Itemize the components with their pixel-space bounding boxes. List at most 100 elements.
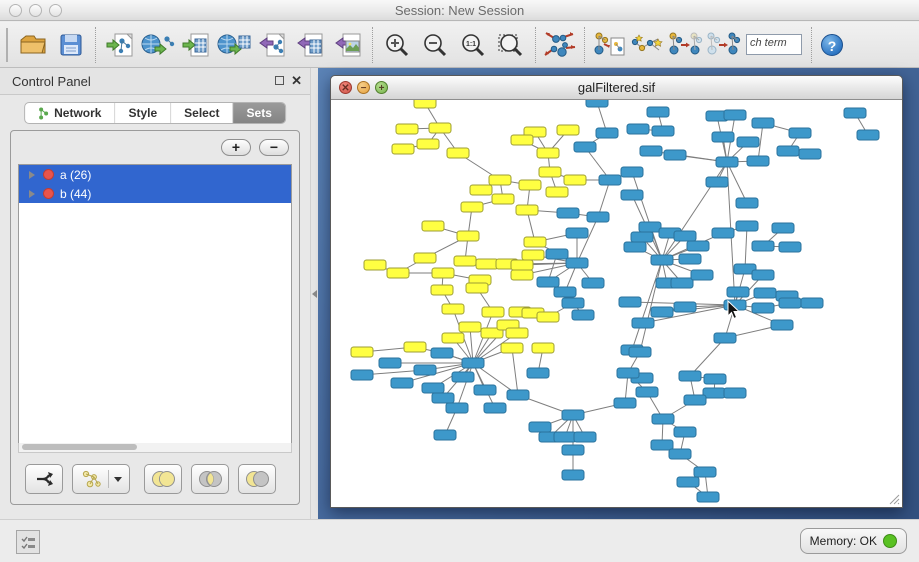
graph-node [454,256,476,266]
export-table-icon[interactable] [291,26,329,64]
graph-node [671,278,693,288]
graph-node [522,250,544,260]
toolbar-separator [584,27,585,63]
tab-sets[interactable]: Sets [234,103,285,123]
import-network-file-icon[interactable] [101,26,139,64]
graph-node [470,185,492,195]
graph-node [511,135,533,145]
graph-node [476,259,498,269]
task-history-button[interactable] [16,530,40,554]
graph-node [532,343,554,353]
export-network-icon[interactable] [253,26,291,64]
graph-node [562,445,584,455]
graph-node [537,148,559,158]
minimize-network-icon[interactable]: − [357,81,370,94]
split-set-button[interactable] [25,464,63,494]
set-row-b[interactable]: b (44) [19,184,291,203]
toolbar-separator [372,27,373,63]
graph-node [801,298,823,308]
close-network-icon[interactable]: ✕ [339,81,352,94]
help-button[interactable]: ? [821,34,843,56]
graph-node [694,467,716,477]
network-view-window[interactable]: ✕ − + galFiltered.sif [330,75,903,508]
fork-arrows-icon [33,469,55,489]
float-panel-icon[interactable] [275,76,284,85]
open-folder-icon[interactable] [14,26,52,64]
graph-node [387,268,409,278]
graph-node [779,298,801,308]
expand-triangle-icon[interactable] [29,171,35,179]
sets-panel: + − a (26) b (44) [10,130,300,505]
create-set-from-network-button[interactable] [72,464,130,494]
graph-node [432,268,454,278]
union-button[interactable] [144,464,182,494]
import-network-web-icon[interactable] [139,26,177,64]
new-network-from-all-icon[interactable] [704,26,742,64]
network-canvas[interactable] [331,100,902,507]
graph-node [442,304,464,314]
zoom-1-1-icon[interactable]: 1:1 [454,26,492,64]
add-set-button[interactable]: + [221,139,251,156]
scrollbar-thumb[interactable] [22,444,137,450]
zoom-fit-selected-icon[interactable] [492,26,530,64]
zoom-in-icon[interactable] [378,26,416,64]
graph-node [429,123,451,133]
graph-node [857,130,879,140]
maximize-network-icon[interactable]: + [375,81,388,94]
toolbar-drag-handle[interactable] [6,28,10,62]
dropdown-caret-icon[interactable] [114,477,122,482]
collapse-panel-arrow-icon[interactable] [312,290,317,298]
apply-layout-icon[interactable] [541,26,579,64]
graph-node [434,430,456,440]
graph-node [706,177,728,187]
horizontal-scrollbar[interactable] [18,443,292,453]
graph-node [651,440,673,450]
network-graph[interactable] [331,100,902,507]
close-panel-icon[interactable]: ✕ [291,73,302,89]
difference-button[interactable] [238,464,276,494]
graph-node [652,414,674,424]
graph-node [614,398,636,408]
graph-node [652,126,674,136]
graph-node [716,157,738,167]
network-desktop: ✕ − + galFiltered.sif [318,68,919,519]
highlight-first-neighbors-icon[interactable] [628,26,666,64]
mouse-cursor-icon [727,300,741,320]
save-session-icon[interactable] [52,26,90,64]
search-input[interactable]: ch term [746,34,802,55]
graph-node [442,333,464,343]
graph-node [777,146,799,156]
network-tab-icon [38,107,49,120]
expand-triangle-icon[interactable] [29,190,35,198]
union-venn-icon [149,469,177,489]
graph-node [511,260,533,270]
graph-node [627,124,649,134]
intersection-button[interactable] [191,464,229,494]
zoom-out-icon[interactable] [416,26,454,64]
copy-network-icon[interactable] [590,26,628,64]
graph-node [432,393,454,403]
set-row-a[interactable]: a (26) [19,165,291,184]
tab-label: Sets [247,106,272,120]
import-table-web-icon[interactable] [215,26,253,64]
set-label: a (26) [60,168,91,182]
graph-node [664,150,686,160]
import-table-file-icon[interactable] [177,26,215,64]
export-image-icon[interactable] [329,26,367,64]
graph-node [404,342,426,352]
panel-splitter[interactable] [310,68,318,519]
graph-node [516,205,538,215]
memory-status-button[interactable]: Memory: OK [800,528,907,554]
graph-node [624,242,646,252]
resize-grip-icon[interactable] [887,492,900,505]
control-panel-title: Control Panel [12,74,91,89]
set-color-dot [43,188,54,199]
graph-node [364,260,386,270]
tab-style[interactable]: Style [115,103,171,123]
tab-network[interactable]: Network [25,103,115,123]
remove-set-button[interactable]: − [259,139,289,156]
new-network-from-selection-icon[interactable] [666,26,704,64]
graph-node [621,190,643,200]
tab-select[interactable]: Select [171,103,233,123]
network-window-titlebar[interactable]: ✕ − + galFiltered.sif [331,76,902,100]
